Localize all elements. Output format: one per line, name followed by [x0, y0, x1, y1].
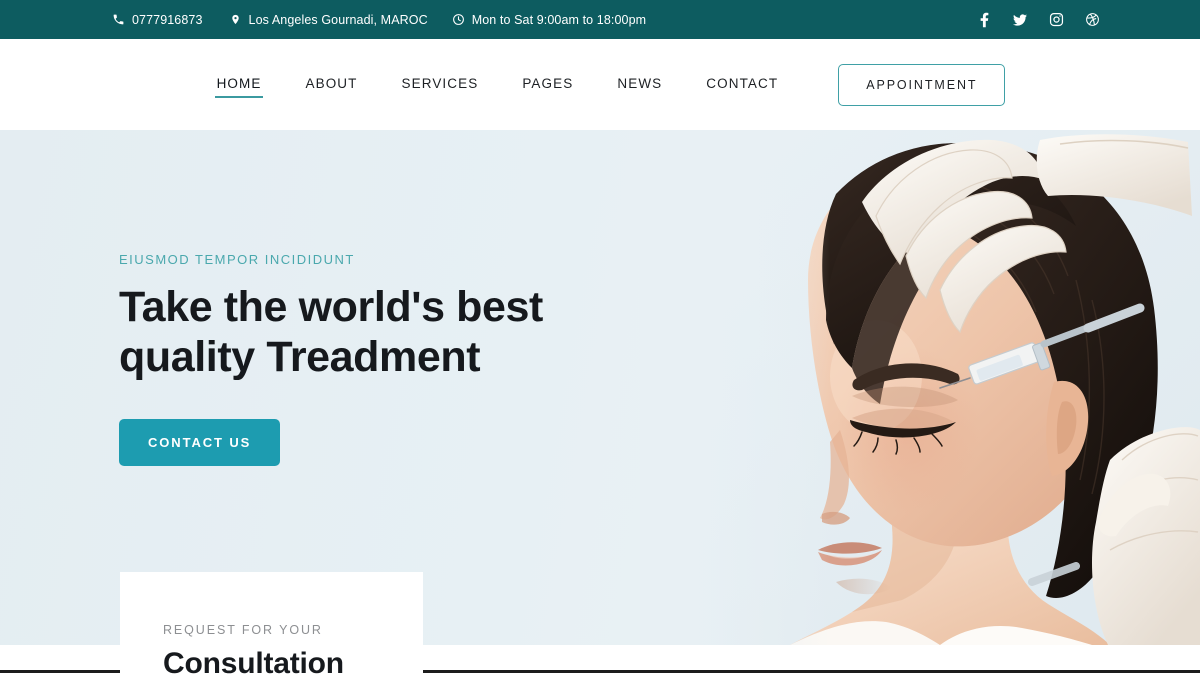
nav-item-pages[interactable]: PAGES	[520, 72, 575, 98]
twitter-icon[interactable]	[1012, 12, 1028, 28]
contact-us-button[interactable]: CONTACT US	[119, 418, 281, 466]
nav-item-news-label: NEWS	[617, 75, 663, 91]
nav-item-pages-label: PAGES	[522, 75, 574, 91]
topbar-address-text: Los Angeles Gournadi, MAROC	[248, 12, 428, 27]
consultation-subtitle: REQUEST FOR YOUR	[163, 623, 323, 637]
hero-photo	[640, 130, 1200, 645]
topbar-hours-text: Mon to Sat 9:00am to 18:00pm	[471, 12, 647, 27]
nav-item-services-label: SERVICES	[401, 75, 479, 91]
hero-title: Take the world's best quality Treadment	[119, 282, 639, 383]
topbar-contact-group: 0777916873 Los Angeles Gournadi, MAROC M…	[112, 13, 646, 27]
top-info-bar: 0777916873 Los Angeles Gournadi, MAROC M…	[0, 0, 1200, 39]
dribbble-icon[interactable]	[1084, 12, 1100, 28]
hero-eyebrow: EIUSMOD TEMPOR INCIDIDUNT	[119, 252, 355, 267]
nav-item-news[interactable]: NEWS	[615, 72, 664, 98]
hero-copy: EIUSMOD TEMPOR INCIDIDUNT Take the world…	[119, 252, 639, 466]
page-root: 0777916873 Los Angeles Gournadi, MAROC M…	[0, 0, 1200, 675]
topbar-hours: Mon to Sat 9:00am to 18:00pm	[452, 13, 646, 27]
topbar-address: Los Angeles Gournadi, MAROC	[229, 13, 428, 27]
nav-item-about[interactable]: ABOUT	[303, 72, 359, 98]
consultation-card: REQUEST FOR YOUR Consultation	[120, 572, 423, 675]
consultation-title: Consultation	[163, 647, 344, 675]
topbar-phone[interactable]: 0777916873	[112, 13, 203, 27]
hero-section: EIUSMOD TEMPOR INCIDIDUNT Take the world…	[0, 130, 1200, 645]
facebook-icon[interactable]	[976, 12, 992, 28]
social-links	[976, 0, 1100, 39]
appointment-button[interactable]: APPOINTMENT	[838, 63, 1006, 106]
phone-icon	[112, 13, 125, 26]
site-header: HOME ABOUT SERVICES PAGES NEWS CONTACT A…	[0, 39, 1200, 130]
nav-item-services[interactable]: SERVICES	[400, 72, 481, 98]
main-navigation: HOME ABOUT SERVICES PAGES NEWS CONTACT A…	[195, 63, 1006, 106]
nav-item-contact[interactable]: CONTACT	[704, 72, 780, 98]
map-pin-icon	[229, 13, 242, 26]
nav-item-contact-label: CONTACT	[706, 75, 779, 91]
hero-title-line1: Take the world's best	[119, 283, 543, 331]
topbar-phone-text: 0777916873	[132, 12, 203, 27]
hero-title-line2: quality Treadment	[119, 333, 481, 382]
instagram-icon[interactable]	[1048, 12, 1064, 28]
nav-item-about-label: ABOUT	[305, 75, 358, 91]
nav-item-home[interactable]: HOME	[214, 72, 264, 98]
clock-icon	[452, 13, 465, 26]
nav-item-home-label: HOME	[216, 75, 262, 91]
